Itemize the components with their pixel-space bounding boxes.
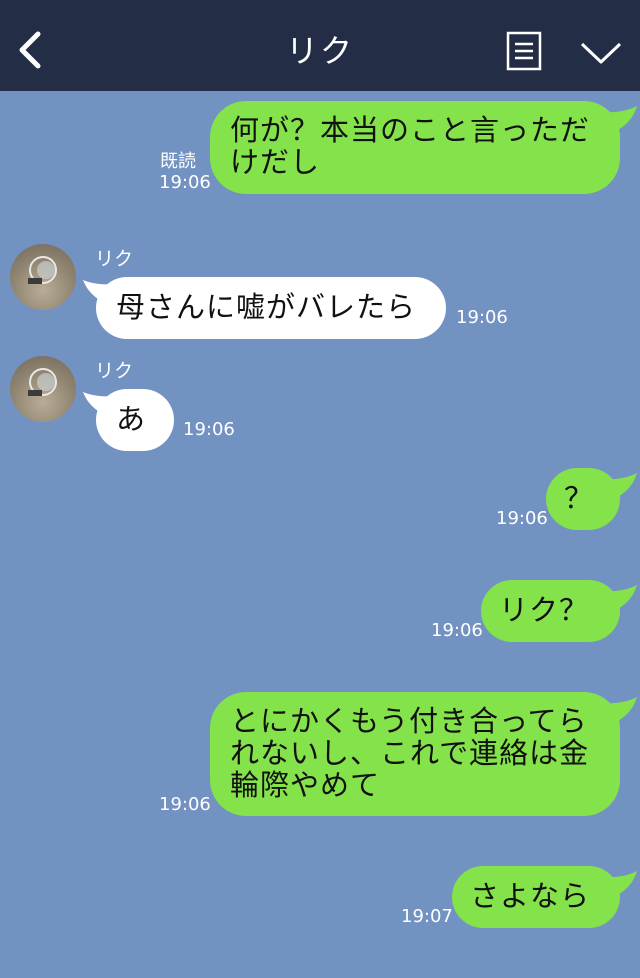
- message-text-line: リク？: [499, 593, 590, 627]
- message-text-line: 輪際やめて: [230, 768, 381, 802]
- message-text-line: あ: [116, 402, 147, 436]
- chat-title: リク: [285, 32, 354, 70]
- avatar-image: [28, 368, 57, 396]
- message-text-line: 何が？本当のこと言っただ: [230, 113, 591, 147]
- message-bubble[interactable]: リク？: [481, 580, 620, 642]
- message-bubble[interactable]: 母さんに嘘がバレたら: [96, 277, 446, 339]
- message-time: 19:06: [159, 172, 211, 193]
- message-time: 19:06: [456, 307, 508, 328]
- sender-name: リク: [95, 360, 134, 382]
- message-time: 19:07: [401, 906, 453, 927]
- message-time: 19:06: [183, 419, 235, 440]
- message-time: 19:06: [496, 508, 548, 529]
- menu-icon[interactable]: [506, 31, 542, 71]
- avatar[interactable]: [10, 244, 76, 310]
- message-time: 19:06: [159, 794, 211, 815]
- message-bubble[interactable]: 何が？本当のこと言っただ けだし: [210, 101, 620, 194]
- sender-name: リク: [95, 248, 134, 270]
- avatar-image: [28, 256, 57, 284]
- message-text-line: 母さんに嘘がバレたら: [116, 290, 417, 324]
- message-text-line: ？: [564, 481, 595, 515]
- message-bubble[interactable]: さよなら: [452, 866, 620, 928]
- message-time: 19:06: [431, 620, 483, 641]
- message-bubble[interactable]: とにかくもう付き合ってら れないし、これで連絡は金 輪際やめて: [210, 692, 620, 816]
- message-bubble[interactable]: あ: [96, 389, 174, 451]
- message-text-line: れないし、これで連絡は金: [230, 736, 590, 770]
- read-receipt: 既読: [160, 151, 196, 172]
- chevron-down-icon[interactable]: [579, 40, 623, 66]
- chat-header: リク: [0, 0, 640, 91]
- message-text-line: さよなら: [470, 879, 591, 913]
- message-text-line: けだし: [230, 145, 321, 179]
- message-bubble[interactable]: ？: [546, 468, 620, 530]
- message-text-line: とにかくもう付き合ってら: [230, 704, 588, 738]
- avatar[interactable]: [10, 356, 76, 422]
